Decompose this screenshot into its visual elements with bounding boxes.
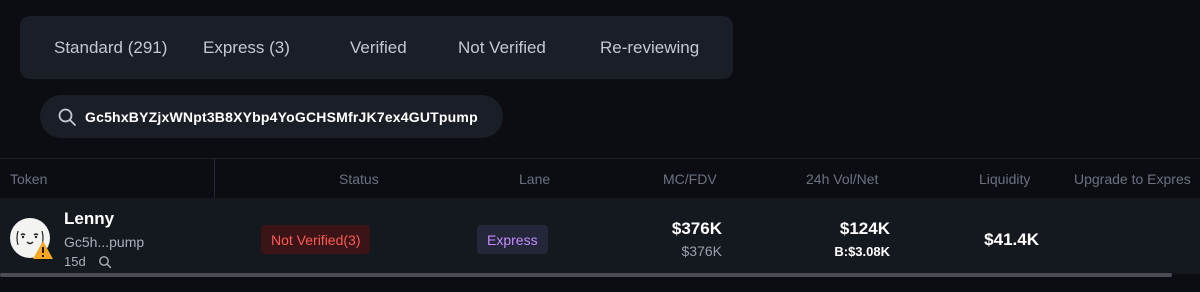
header-token[interactable]: Token: [10, 159, 47, 199]
table-header: Token Status Lane MC/FDV 24h Vol/Net Liq…: [0, 158, 1200, 199]
tab-not-verified[interactable]: Not Verified: [458, 16, 546, 79]
token-list-page: Standard (291) Express (3) Verified Not …: [0, 0, 1200, 292]
lane-badge: Express: [477, 225, 548, 254]
market-cap: $376K: [671, 219, 722, 238]
status-badge: Not Verified(3): [261, 225, 371, 254]
header-liquidity[interactable]: Liquidity: [979, 159, 1030, 199]
horizontal-scrollbar[interactable]: [0, 273, 1172, 277]
fdv: $376K: [681, 243, 722, 259]
tab-re-reviewing[interactable]: Re-reviewing: [600, 16, 699, 79]
token-address[interactable]: Gc5h...pump: [64, 234, 144, 250]
search-bar[interactable]: [40, 95, 503, 138]
token-age: 15d: [64, 254, 86, 269]
net-volume: B:$3.08K: [834, 244, 890, 259]
liquidity: $41.4K: [984, 230, 1039, 249]
token-name[interactable]: Lenny: [64, 209, 114, 229]
tab-express[interactable]: Express (3): [203, 16, 290, 79]
warning-icon: [33, 241, 53, 259]
search-icon[interactable]: [98, 255, 112, 269]
header-mc-fdv[interactable]: MC/FDV: [663, 159, 717, 199]
header-upgrade[interactable]: Upgrade to Expres: [1074, 159, 1191, 199]
header-lane[interactable]: Lane: [519, 159, 550, 199]
filter-tabs: Standard (291) Express (3) Verified Not …: [20, 16, 733, 79]
volume-24h: $124K: [839, 219, 890, 238]
header-status[interactable]: Status: [339, 159, 379, 199]
search-icon: [58, 108, 76, 126]
header-vol-net[interactable]: 24h Vol/Net: [806, 159, 878, 199]
tab-standard[interactable]: Standard (291): [54, 16, 167, 79]
search-input[interactable]: [85, 108, 503, 125]
tab-verified[interactable]: Verified: [350, 16, 407, 79]
column-divider[interactable]: [214, 159, 215, 199]
